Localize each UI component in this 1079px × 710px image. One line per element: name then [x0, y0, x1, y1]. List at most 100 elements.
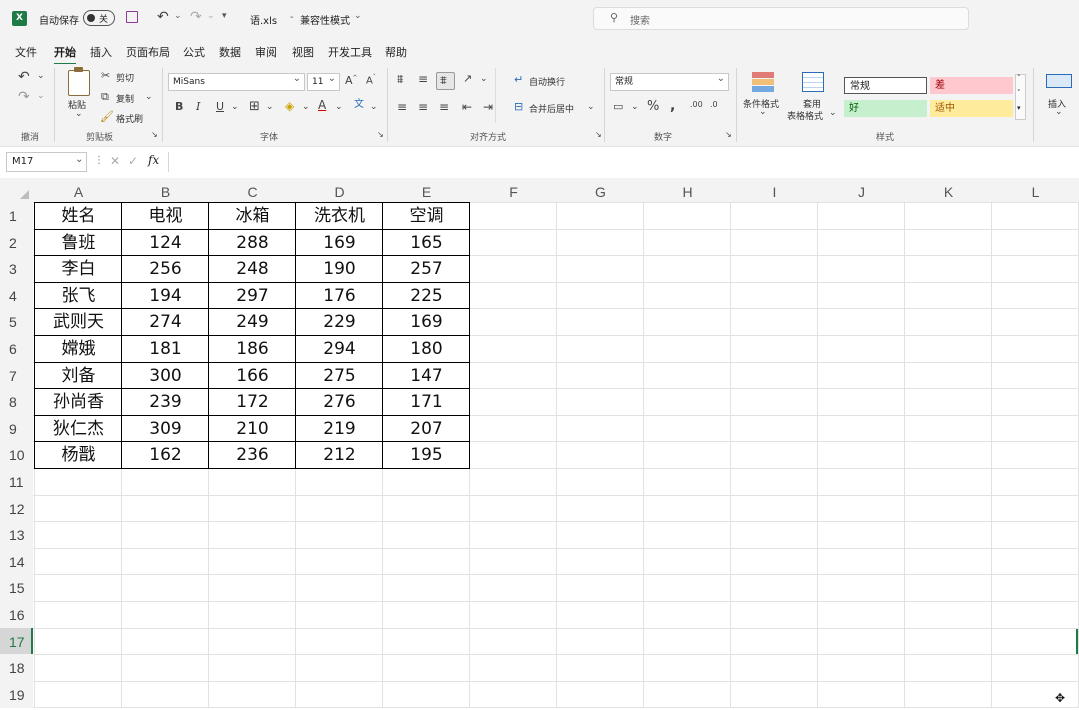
chevron-down-icon[interactable]: ⌄ [1055, 108, 1063, 117]
increase-decimal-icon[interactable]: .00 [690, 101, 703, 109]
table-cell[interactable]: 236 [209, 441, 296, 468]
table-cell[interactable]: 297 [209, 282, 296, 309]
save-icon[interactable] [126, 11, 138, 23]
table-cell[interactable]: 300 [122, 362, 209, 389]
chevron-down-icon[interactable]: ⌄ [145, 93, 153, 102]
increase-font-icon[interactable]: A^ [345, 75, 358, 86]
align-right-icon[interactable]: ≡ [439, 101, 449, 113]
redo-icon[interactable]: ↷ [190, 9, 202, 25]
chevron-up-icon[interactable]: ˄ [1017, 74, 1021, 82]
style-neutral[interactable]: 适中 [930, 100, 1013, 117]
chevron-down-icon[interactable]: ⌄ [587, 103, 595, 112]
table-cell[interactable]: 169 [296, 229, 383, 256]
table-header-cell[interactable]: 洗衣机 [296, 202, 383, 229]
chevron-down-icon[interactable]: ⌄ [759, 108, 767, 117]
table-cell[interactable]: 172 [209, 388, 296, 415]
format-as-table-icon[interactable] [802, 72, 824, 92]
row-header-9[interactable]: 9 [0, 415, 33, 442]
select-all-icon[interactable] [20, 190, 29, 199]
phonetic-icon[interactable]: 文 [354, 100, 364, 110]
table-cell[interactable]: 171 [383, 388, 470, 415]
row-header-10[interactable]: 10 [0, 441, 33, 468]
column-header-g[interactable]: G [557, 178, 644, 202]
row-header-3[interactable]: 3 [0, 255, 33, 282]
chevron-down-icon[interactable]: ⌄ [37, 72, 45, 81]
table-cell[interactable]: 276 [296, 388, 383, 415]
table-cell[interactable]: 169 [383, 308, 470, 335]
table-cell[interactable]: 186 [209, 335, 296, 362]
align-left-icon[interactable]: ≡ [397, 101, 407, 113]
column-header-h[interactable]: H [644, 178, 731, 202]
dialog-launcher-icon[interactable]: ↘ [151, 131, 158, 139]
fill-color-icon[interactable]: ◈ [285, 100, 294, 112]
tab-review[interactable]: 审阅 [255, 44, 277, 60]
column-header-c[interactable]: C [209, 178, 296, 202]
decrease-font-icon[interactable]: Aˇ [366, 75, 376, 86]
table-cell[interactable]: 165 [383, 229, 470, 256]
worksheet-grid[interactable]: ABCDEFGHIJKL 1 2 3 4 5 6 7 8 9 10 11 12 13 14 15 16 17 18… [0, 178, 1079, 709]
gallery-more-icon[interactable]: ▾ [1017, 104, 1021, 112]
formula-input[interactable] [172, 152, 1077, 172]
font-color-icon[interactable]: A [318, 99, 326, 111]
format-as-table-button[interactable]: 表格格式 [787, 109, 823, 122]
column-header-d[interactable]: D [296, 178, 383, 202]
accounting-format-icon[interactable]: ▭ [613, 101, 623, 112]
format-painter-icon[interactable]: 🖌 [100, 111, 114, 122]
row-header-7[interactable]: 7 [0, 362, 33, 389]
merge-center-button[interactable]: 合并后居中 [529, 102, 574, 115]
decrease-decimal-icon[interactable]: .0 [710, 101, 718, 109]
tab-data[interactable]: 数据 [219, 44, 241, 60]
paste-icon[interactable] [68, 67, 90, 96]
table-header-cell[interactable]: 冰箱 [209, 202, 296, 229]
chevron-down-icon[interactable]: ⌄ [207, 11, 215, 21]
border-icon[interactable]: ⊞ [249, 100, 260, 113]
row-header-2[interactable]: 2 [0, 229, 33, 256]
row-header-13[interactable]: 13 [0, 521, 33, 548]
table-cell[interactable]: 249 [209, 308, 296, 335]
tab-help[interactable]: 帮助 [385, 44, 407, 60]
table-cell[interactable]: 212 [296, 441, 383, 468]
row-header-4[interactable]: 4 [0, 282, 33, 309]
column-header-b[interactable]: B [122, 178, 209, 202]
column-header-f[interactable]: F [470, 178, 557, 202]
table-header-cell[interactable]: 电视 [122, 202, 209, 229]
chevron-down-icon[interactable]: ⌄ [829, 109, 837, 118]
search-box[interactable]: ⚲ 搜索 [593, 7, 969, 30]
styles-gallery-scroll[interactable]: ˄ ˅ ▾ [1015, 74, 1026, 120]
merge-center-icon[interactable]: ⊟ [514, 101, 523, 112]
table-cell[interactable]: 124 [122, 229, 209, 256]
bold-icon[interactable]: B [175, 101, 183, 112]
row-header-8[interactable]: 8 [0, 388, 33, 415]
row-header-6[interactable]: 6 [0, 335, 33, 362]
style-good[interactable]: 好 [844, 100, 927, 117]
table-cell[interactable]: 239 [122, 388, 209, 415]
table-cell[interactable]: 190 [296, 255, 383, 282]
dialog-launcher-icon[interactable]: ↘ [725, 131, 732, 139]
table-cell[interactable]: 225 [383, 282, 470, 309]
chevron-down-icon[interactable]: ⌄ [266, 103, 274, 112]
row-header-18[interactable]: 18 [0, 654, 33, 681]
copy-icon[interactable]: ⧉ [101, 91, 109, 102]
align-bottom-button[interactable]: ⩨ [436, 72, 455, 90]
table-cell[interactable]: 257 [383, 255, 470, 282]
column-header-k[interactable]: K [905, 178, 992, 202]
column-header-e[interactable]: E [383, 178, 470, 202]
table-cell[interactable]: 武则天 [35, 308, 122, 335]
font-size-select[interactable]: 11 [307, 71, 340, 91]
table-cell[interactable]: 166 [209, 362, 296, 389]
table-cell[interactable]: 162 [122, 441, 209, 468]
format-painter-button[interactable]: 格式刷 [116, 112, 143, 125]
column-header-l[interactable]: L [992, 178, 1079, 202]
table-cell[interactable]: 294 [296, 335, 383, 362]
table-header-cell[interactable]: 姓名 [35, 202, 122, 229]
insert-cells-icon[interactable] [1046, 74, 1072, 88]
row-header-12[interactable]: 12 [0, 495, 33, 522]
table-cell[interactable]: 鲁班 [35, 229, 122, 256]
table-cell[interactable]: 229 [296, 308, 383, 335]
table-header-cell[interactable]: 空调 [383, 202, 470, 229]
style-bad[interactable]: 差 [930, 77, 1013, 94]
row-header-5[interactable]: 5 [0, 308, 33, 335]
comma-style-icon[interactable]: , [670, 99, 675, 113]
font-name-select[interactable]: MiSans [168, 71, 305, 91]
copy-button[interactable]: 复制 [116, 92, 134, 105]
